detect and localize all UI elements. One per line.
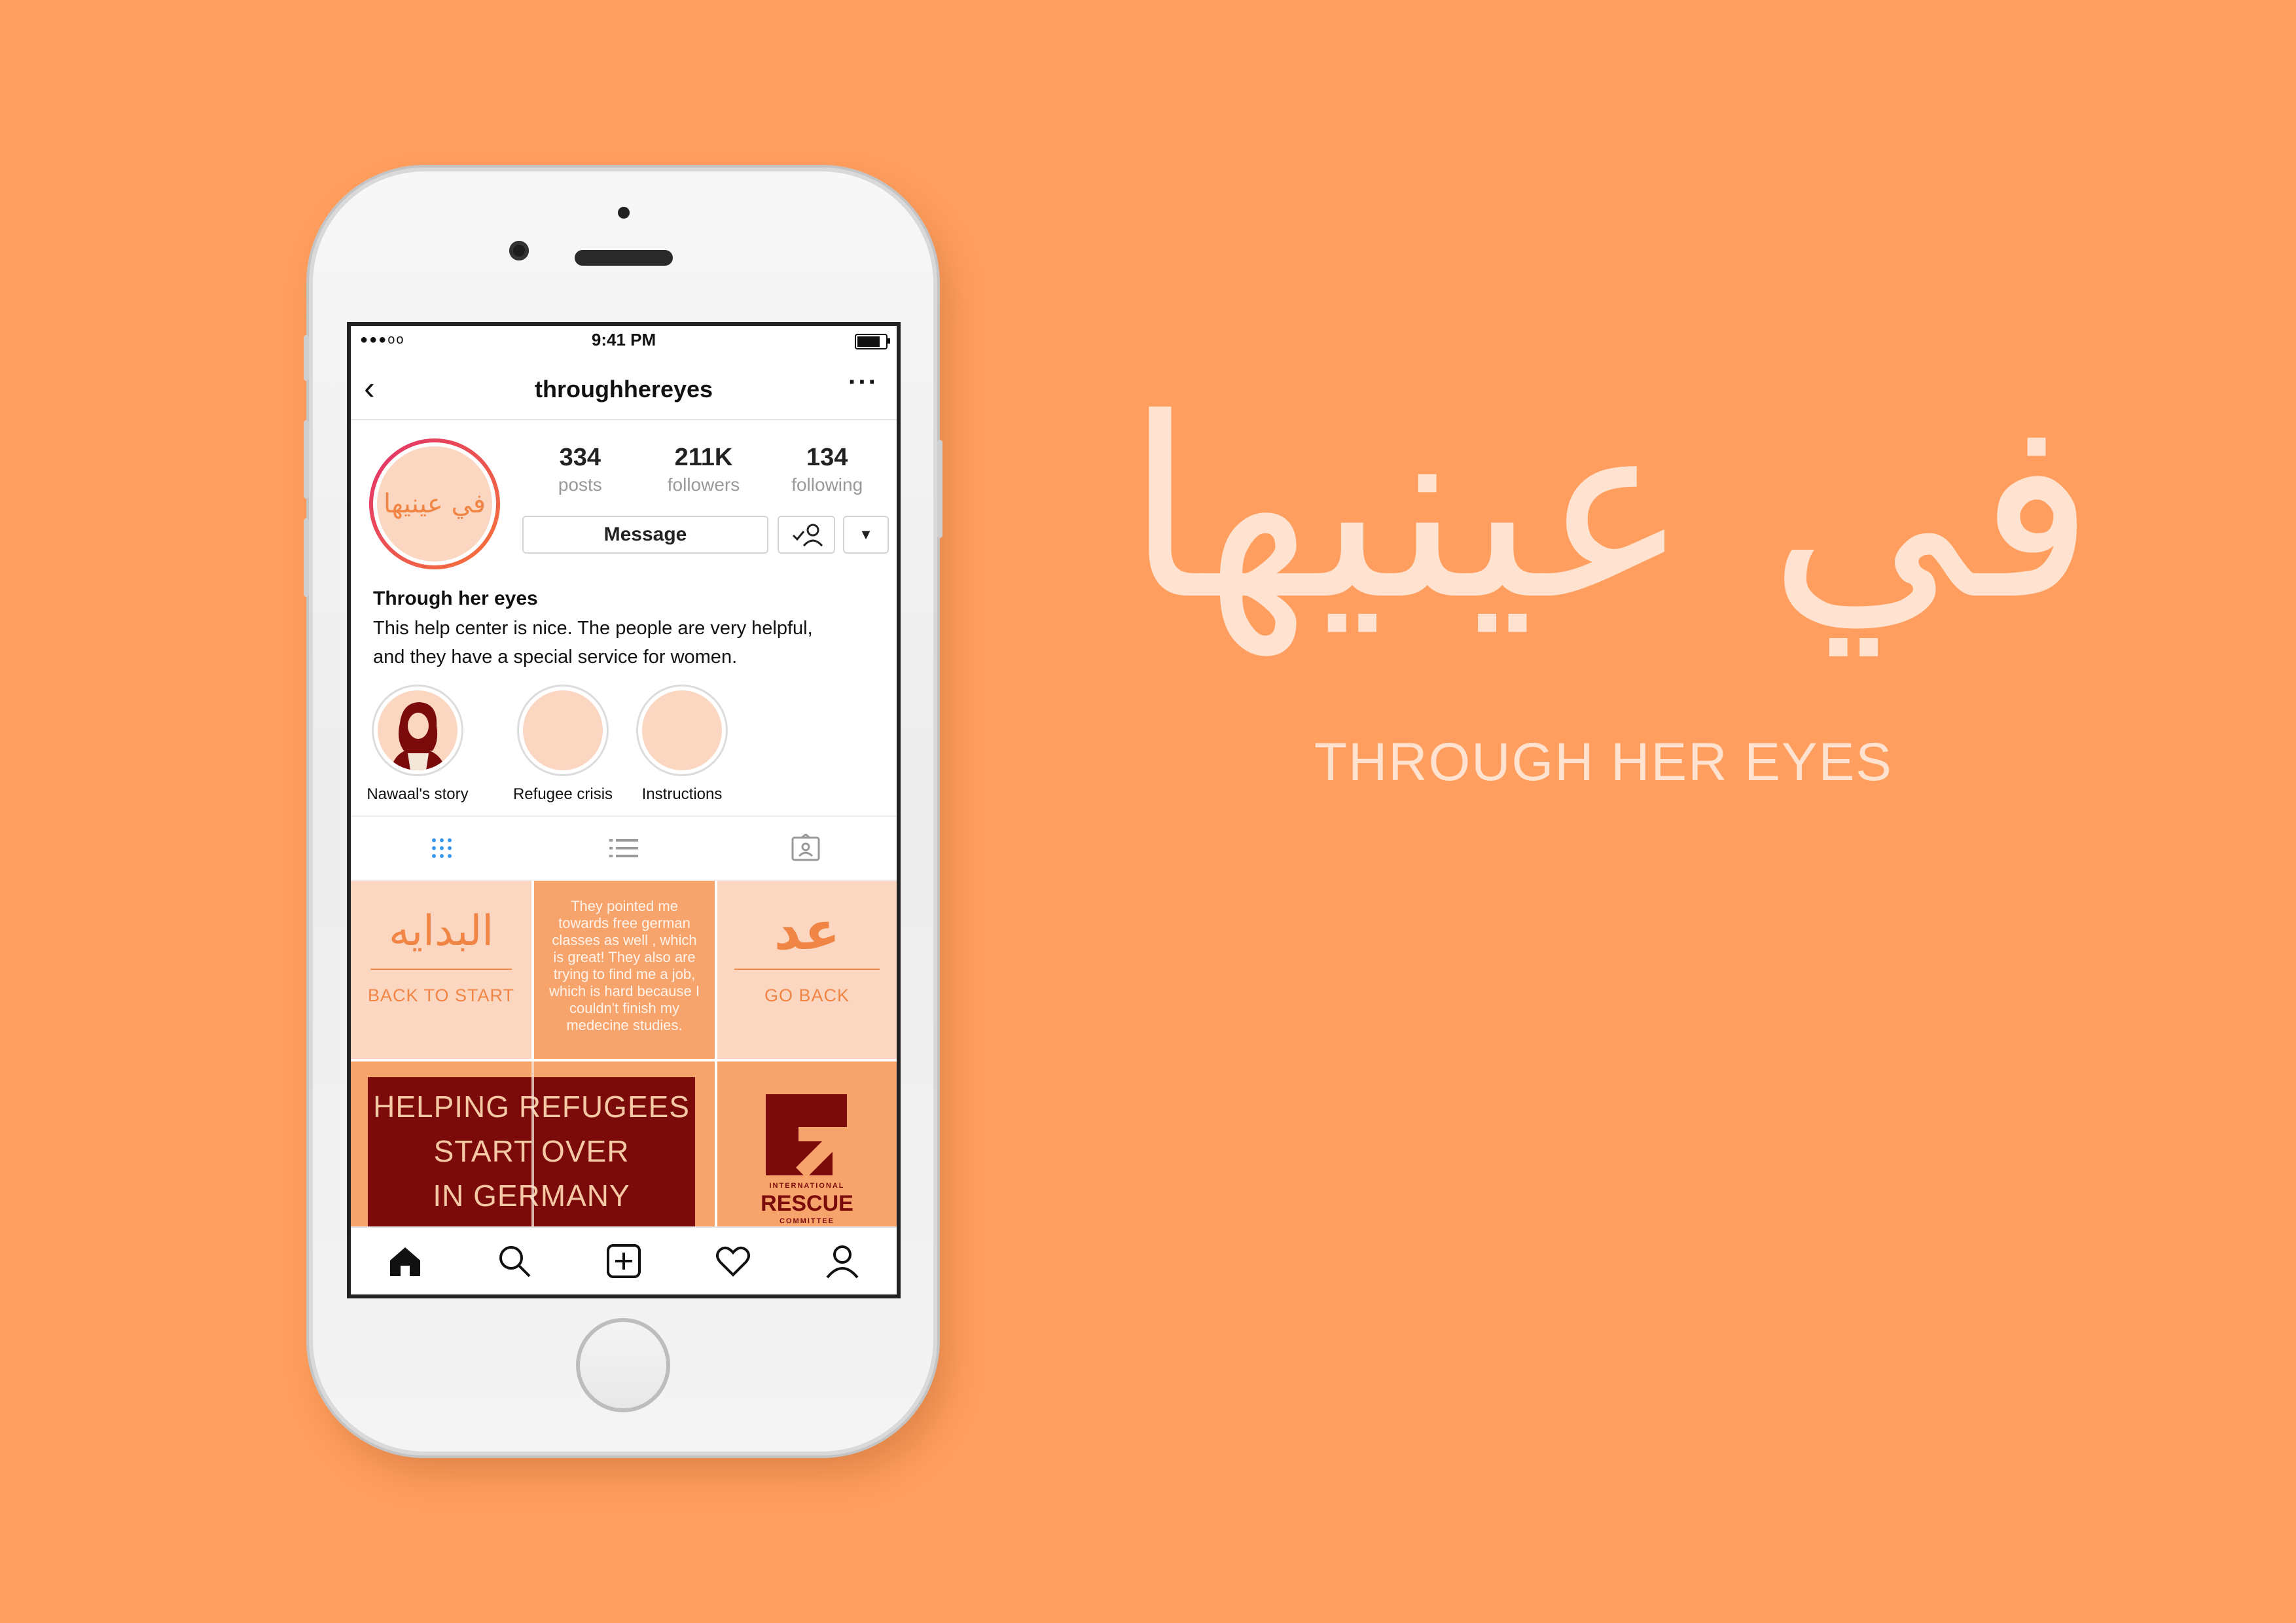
bio-line: This help center is nice. The people are… (373, 618, 813, 639)
phone-mockup: ●●●oo 9:41 PM ‹ throughhereyes ··· في عي… (304, 171, 942, 1452)
profile-bio: Through her eyes This help center is nic… (373, 588, 884, 671)
irc-logo-main: RESCUE (761, 1191, 853, 1216)
heart-icon (715, 1246, 750, 1277)
post-divider (370, 969, 512, 970)
bottom-tab-bar (351, 1226, 897, 1294)
post-irc-logo[interactable]: INTERNATIONAL RESCUE COMMITTEE (717, 1061, 897, 1251)
grid-gap (531, 1061, 534, 1251)
profile-display-name: Through her eyes (373, 588, 538, 609)
battery-icon (855, 334, 890, 349)
hero-english-title: THROUGH HER EYES (1314, 732, 1893, 792)
irc-logo-bottom: COMMITTEE (780, 1217, 834, 1225)
mute-switch (304, 335, 309, 381)
message-button[interactable]: Message (522, 516, 768, 554)
profile-tabs (351, 815, 897, 881)
plus-square-icon (606, 1244, 641, 1278)
proximity-sensor (618, 207, 630, 219)
highlight-label: Refugee crisis (512, 785, 613, 803)
highlight-ring (517, 685, 609, 776)
stat-label: followers (667, 474, 740, 495)
grid-icon (432, 838, 452, 858)
post-caption: GO BACK (764, 986, 850, 1005)
highlight-label: Nawaal's story (367, 785, 469, 803)
post-go-back[interactable]: عد GO BACK (717, 881, 897, 1059)
tab-profile[interactable] (787, 1228, 897, 1294)
status-time: 9:41 PM (591, 330, 656, 349)
stat-label: following (791, 474, 863, 495)
post-quote[interactable]: They pointed me towards free german clas… (534, 881, 715, 1059)
suggested-dropdown-button[interactable]: ▼ (843, 516, 889, 554)
power-button (937, 440, 942, 538)
story-highlights: Nawaal's story Refugee crisis Instructio… (359, 685, 897, 804)
stat-value: 211K (674, 444, 733, 471)
profile-avatar[interactable]: في عينيها (369, 438, 500, 569)
tab-tagged[interactable] (715, 817, 897, 880)
status-bar: ●●●oo 9:41 PM (351, 326, 897, 355)
stat-value: 334 (559, 444, 601, 471)
tab-new-post[interactable] (569, 1228, 679, 1294)
home-button[interactable] (576, 1318, 670, 1412)
user-check-icon (792, 524, 823, 547)
highlight-ring (636, 685, 728, 776)
hero-arabic-title: في عينيها (1021, 308, 2199, 766)
stat-following[interactable]: 134 following (765, 444, 889, 499)
volume-down-button (304, 518, 309, 597)
post-helping-refugees[interactable]: HELPING REFUGEES START OVER IN GERMANY (351, 1061, 715, 1251)
tab-grid[interactable] (351, 817, 533, 880)
search-icon (499, 1246, 531, 1277)
post-divider (734, 969, 880, 970)
highlight-refugee-crisis[interactable]: Refugee crisis (504, 685, 622, 804)
home-icon (390, 1247, 421, 1276)
tab-activity[interactable] (678, 1228, 787, 1294)
post-back-to-start[interactable]: البدايه BACK TO START (351, 881, 531, 1059)
profile-header: ‹ throughhereyes ··· (351, 359, 897, 420)
post-quote-text: They pointed me towards free german clas… (549, 898, 700, 1033)
post-arabic-title: عد (774, 901, 840, 961)
stat-label: posts (558, 474, 602, 495)
nawaal-portrait-icon (378, 690, 457, 770)
user-icon (826, 1245, 859, 1279)
profile-username: throughhereyes (534, 376, 713, 402)
tagged-icon (791, 834, 820, 861)
post-caption: BACK TO START (367, 986, 515, 1005)
following-button[interactable] (778, 516, 835, 554)
tab-search[interactable] (460, 1228, 569, 1294)
hero-arabic-text: في عينيها (1126, 365, 2095, 658)
highlight-ring (372, 685, 463, 776)
posts-grid: البدايه BACK TO START They pointed me to… (351, 881, 897, 1251)
avatar-logo-text: في عينيها (373, 442, 496, 565)
highlight-nawaals-story[interactable]: Nawaal's story (359, 685, 476, 804)
post-arabic-title: البدايه (388, 907, 494, 955)
stat-followers[interactable]: 211K followers (642, 444, 766, 499)
irc-logo-top: INTERNATIONAL (769, 1182, 845, 1190)
stat-posts[interactable]: 334 posts (518, 444, 642, 499)
bio-line: and they have a special service for wome… (373, 647, 738, 668)
tab-list[interactable] (533, 817, 715, 880)
more-options-icon[interactable]: ··· (848, 368, 878, 397)
highlight-instructions[interactable]: Instructions (623, 685, 741, 804)
earpiece-speaker (575, 250, 673, 266)
profile-actions: Message ▼ (522, 516, 889, 556)
phone-screen: ●●●oo 9:41 PM ‹ throughhereyes ··· في عي… (347, 322, 901, 1298)
highlight-label: Instructions (641, 785, 723, 803)
volume-up-button (304, 420, 309, 499)
profile-stats: 334 posts 211K followers 134 following (518, 444, 889, 499)
stat-value: 134 (806, 444, 848, 471)
list-icon (609, 839, 638, 857)
tab-home[interactable] (351, 1228, 460, 1294)
front-camera (509, 241, 529, 260)
